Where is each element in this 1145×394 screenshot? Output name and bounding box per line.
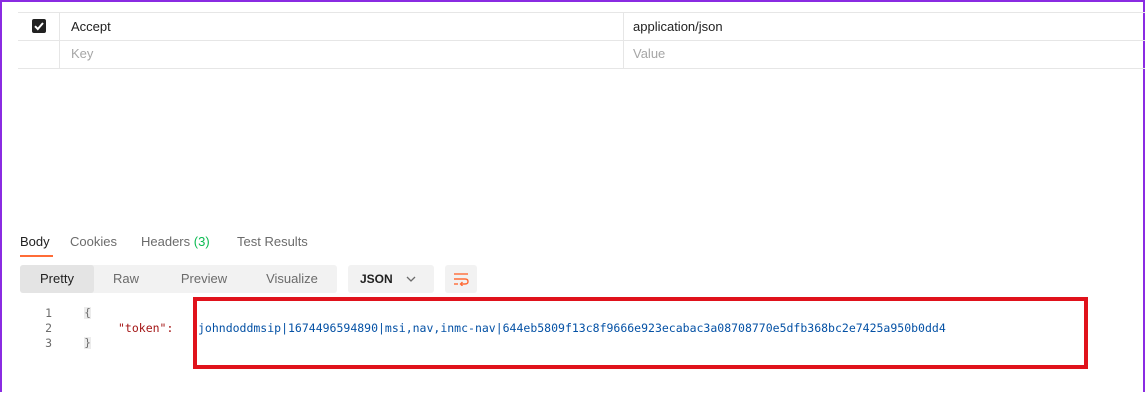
header-row-accept[interactable]: Accept application/json xyxy=(18,12,1145,41)
active-tab-indicator xyxy=(20,255,53,257)
header-value-input[interactable]: Value xyxy=(624,40,1145,68)
checkbox-checked-icon[interactable] xyxy=(32,19,46,33)
tab-cookies[interactable]: Cookies xyxy=(70,234,117,249)
value-placeholder: Value xyxy=(633,46,666,61)
header-enable-cell[interactable] xyxy=(18,13,60,40)
fold-open-brace[interactable]: { xyxy=(84,307,91,319)
view-raw-button[interactable]: Raw xyxy=(96,265,156,293)
view-preview-button[interactable]: Preview xyxy=(166,265,242,293)
tab-headers-count: (3) xyxy=(193,234,210,249)
header-row-new[interactable]: Key Value xyxy=(18,40,1145,69)
view-pretty-button[interactable]: Pretty xyxy=(20,265,94,293)
format-dropdown[interactable]: JSON xyxy=(348,265,434,293)
header-enable-cell-empty xyxy=(18,40,60,68)
header-value-cell[interactable]: application/json xyxy=(624,13,1145,40)
header-value-text: application/json xyxy=(633,19,723,34)
json-key-token: "token": xyxy=(118,321,174,335)
wrap-lines-icon xyxy=(454,273,469,286)
key-placeholder: Key xyxy=(71,46,94,61)
format-dropdown-label: JSON xyxy=(360,272,393,286)
header-key-input[interactable]: Key xyxy=(60,40,624,68)
line-number: 1 xyxy=(45,306,52,320)
tab-test-results[interactable]: Test Results xyxy=(237,234,308,249)
tab-body[interactable]: Body xyxy=(20,234,50,249)
header-key-cell[interactable]: Accept xyxy=(60,13,624,40)
tab-headers[interactable]: Headers (3) xyxy=(141,234,210,249)
line-number: 3 xyxy=(45,336,52,350)
header-key-text: Accept xyxy=(71,19,111,34)
line-number: 2 xyxy=(45,321,52,335)
view-mode-selector: Pretty Raw Preview Visualize xyxy=(20,265,337,293)
view-visualize-button[interactable]: Visualize xyxy=(250,265,334,293)
fold-close-brace: } xyxy=(84,336,91,349)
red-highlight-annotation xyxy=(193,297,1088,369)
wrap-lines-button[interactable] xyxy=(445,265,477,293)
tab-headers-label: Headers xyxy=(141,234,191,249)
